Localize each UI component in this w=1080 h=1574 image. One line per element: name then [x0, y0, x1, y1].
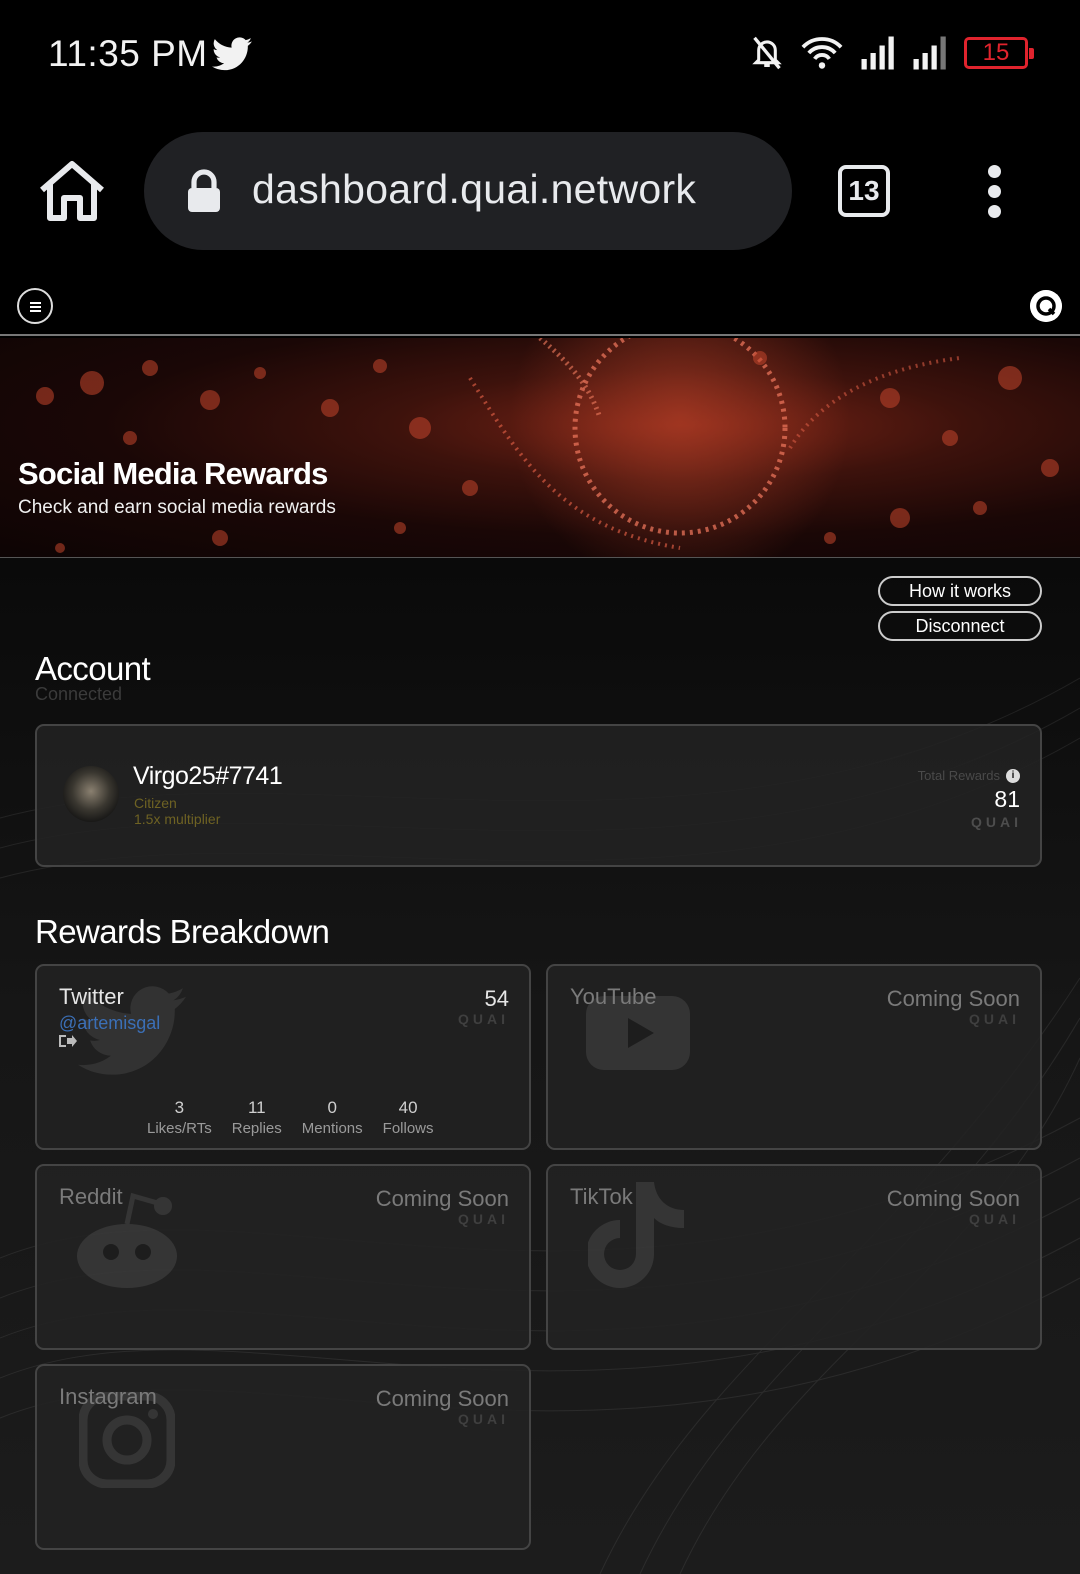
page-subtitle: Check and earn social media rewards — [18, 497, 336, 518]
tiktok-reward-card: TikTok Coming Soon QUAI — [546, 1164, 1042, 1350]
twitter-handle[interactable]: @artemisgal — [59, 1013, 160, 1034]
stat-replies: 11 Replies — [231, 1098, 282, 1137]
signal-icon — [913, 36, 946, 70]
home-icon[interactable] — [38, 160, 106, 222]
hero-banner: Social Media Rewards Check and earn soci… — [0, 338, 1080, 558]
twitter-icon — [212, 37, 252, 71]
twitter-reward-unit: QUAI — [458, 1011, 509, 1027]
hero-particle-art — [36, 338, 1059, 557]
user-multiplier: 1.5x multiplier — [134, 811, 221, 827]
avatar — [63, 766, 119, 822]
bell-off-icon — [752, 36, 782, 70]
youtube-status: Coming Soon — [886, 986, 1020, 1011]
instagram-reward-card: Instagram Coming Soon QUAI — [35, 1364, 531, 1550]
reddit-status: Coming Soon — [375, 1186, 509, 1211]
status-icons: 15 — [750, 33, 1034, 73]
youtube-reward-card: YouTube Coming Soon QUAI — [546, 964, 1042, 1150]
stat-likes-rts: 3 Likes/RTs — [147, 1098, 212, 1137]
tiktok-reward-unit: QUAI — [969, 1211, 1020, 1227]
info-icon[interactable]: i — [1006, 768, 1020, 783]
clock: 11:35 PM — [48, 33, 208, 74]
username: Virgo25#7741 — [133, 762, 283, 790]
tiktok-status: Coming Soon — [886, 1186, 1020, 1211]
youtube-label: YouTube — [570, 984, 657, 1009]
stat-follows: 40 Follows — [382, 1098, 434, 1137]
address-bar[interactable]: dashboard.quai.network — [144, 132, 792, 250]
instagram-status: Coming Soon — [375, 1386, 509, 1411]
account-card: Virgo25#7741 Citizen 1.5x multiplier Tot… — [35, 724, 1042, 867]
reddit-label: Reddit — [59, 1184, 123, 1209]
site-navbar — [0, 280, 1080, 336]
battery-icon: 15 — [964, 37, 1034, 69]
signal-icon — [861, 36, 894, 70]
instagram-label: Instagram — [59, 1384, 157, 1409]
tiktok-label: TikTok — [570, 1184, 633, 1209]
disconnect-button[interactable]: Disconnect — [878, 611, 1042, 641]
instagram-reward-unit: QUAI — [458, 1411, 509, 1427]
lock-icon — [188, 169, 220, 212]
how-it-works-button[interactable]: How it works — [878, 576, 1042, 606]
account-status: Connected — [35, 684, 123, 704]
reddit-reward-card: Reddit Coming Soon QUAI — [35, 1164, 531, 1350]
account-heading: Account — [35, 650, 151, 687]
quai-logo-icon[interactable] — [1030, 290, 1062, 322]
stat-mentions: 0 Mentions — [301, 1098, 363, 1137]
reddit-reward-unit: QUAI — [458, 1211, 509, 1227]
user-rank: Citizen — [134, 795, 177, 811]
browser-toolbar: dashboard.quai.network 13 — [0, 110, 1080, 280]
page-title: Social Media Rewards — [18, 456, 328, 491]
twitter-label: Twitter — [59, 984, 124, 1009]
total-rewards-value: 81 — [994, 786, 1020, 812]
hamburger-menu-icon[interactable] — [17, 288, 53, 324]
url-text: dashboard.quai.network — [252, 166, 697, 212]
wifi-icon — [801, 37, 843, 69]
twitter-stats: 3 Likes/RTs 11 Replies 0 Mentions 40 Fol… — [137, 1098, 444, 1137]
tab-switcher-button[interactable]: 13 — [838, 165, 890, 217]
total-rewards-label: Total Rewards i — [918, 768, 1020, 783]
youtube-reward-unit: QUAI — [969, 1011, 1020, 1027]
main-content: How it works Disconnect Account Connecte… — [0, 558, 1080, 1574]
twitter-reward-value: 54 — [484, 986, 509, 1011]
rewards-breakdown-heading: Rewards Breakdown — [35, 913, 330, 950]
twitter-reward-card[interactable]: Twitter 54 QUAI @artemisgal 3 Likes/RTs … — [35, 964, 531, 1150]
more-options-icon[interactable] — [980, 165, 1008, 219]
status-bar: 11:35 PM 15 — [0, 0, 1080, 110]
total-rewards-unit: QUAI — [971, 814, 1022, 830]
logout-icon[interactable] — [59, 1034, 77, 1048]
battery-level: 15 — [982, 39, 1010, 66]
